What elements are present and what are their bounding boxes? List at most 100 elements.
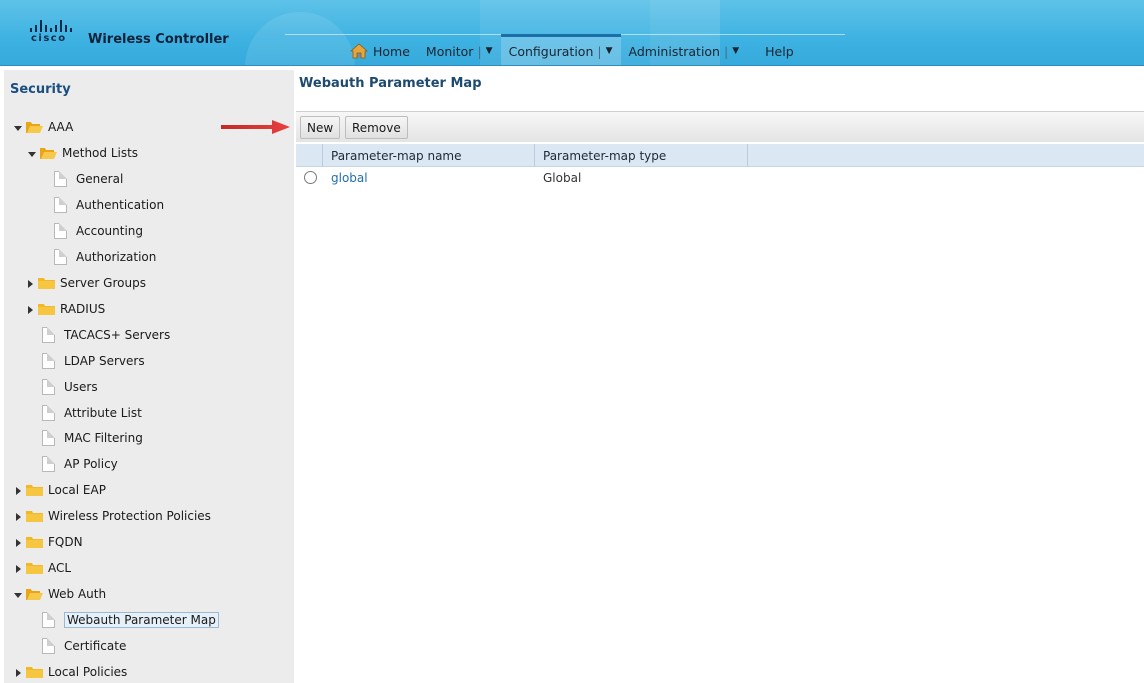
folder-open-icon [26,120,43,134]
document-icon [54,223,67,239]
folder-icon [26,483,43,497]
tree-item-server-groups[interactable]: Server Groups [26,273,146,293]
tree-label: General [76,172,124,186]
header-decoration [245,12,355,65]
tree-item-web-auth[interactable]: Web Auth [14,584,106,604]
nav-separator: | [723,43,729,59]
table-header: Parameter-map name Parameter-map type [296,144,1144,167]
new-button[interactable]: New [300,116,341,139]
expand-icon[interactable] [14,486,23,495]
nav-configuration[interactable]: Configuration | ▼ [500,34,621,65]
folder-open-icon [26,587,43,601]
tree-item-method-lists[interactable]: Method Lists [28,143,138,163]
tree-item-aaa[interactable]: AAA [14,117,73,137]
expand-icon[interactable] [14,512,23,521]
tree-item-general[interactable]: General [54,169,123,189]
tree-item-users[interactable]: Users [42,377,98,397]
document-icon [42,612,55,628]
nav-administration-label: Administration [628,43,720,59]
row-select-radio[interactable] [304,171,317,184]
tree-label: Webauth Parameter Map [64,612,219,628]
cisco-wordmark: cisco [31,33,67,44]
chevron-down-icon[interactable]: ▼ [486,46,493,56]
collapse-icon[interactable] [28,149,37,158]
nav-administration[interactable]: Administration | ▼ [621,36,748,65]
tree-item-mac-filtering[interactable]: MAC Filtering [42,428,143,448]
page-title: Webauth Parameter Map [299,76,482,91]
collapse-icon[interactable] [14,590,23,599]
chevron-down-icon[interactable]: ▼ [732,46,739,56]
chevron-down-icon[interactable]: ▼ [606,46,613,56]
folder-icon [38,276,55,290]
sidebar: Security AAA Method Lists General Authen… [4,70,294,683]
tree-item-wireless-protection-policies[interactable]: Wireless Protection Policies [14,506,211,526]
nav-home-label: Home [373,43,410,59]
tree-item-authentication[interactable]: Authentication [54,195,164,215]
expand-icon[interactable] [14,538,23,547]
tree-item-authorization[interactable]: Authorization [54,247,156,267]
folder-icon [26,535,43,549]
tree-item-certificate[interactable]: Certificate [42,636,126,656]
expand-icon[interactable] [14,564,23,573]
nav-home[interactable]: Home [342,36,418,65]
document-icon [42,327,55,343]
tree-label: MAC Filtering [64,431,143,445]
parameter-map-type: Global [543,171,582,185]
folder-icon [26,665,43,679]
document-icon [42,638,55,654]
tree-item-local-policies[interactable]: Local Policies [14,662,127,682]
document-icon [42,456,55,472]
tree-label: Local EAP [48,483,106,497]
red-arrow-icon [220,118,292,136]
document-icon [54,249,67,265]
nav-help[interactable]: Help [757,36,802,65]
tree-item-accounting[interactable]: Accounting [54,221,143,241]
tree-label: Accounting [76,224,144,238]
tree-label: AP Policy [64,457,118,471]
tree-item-radius[interactable]: RADIUS [26,299,105,319]
remove-button[interactable]: Remove [345,116,408,139]
tree-label: Web Auth [48,587,107,601]
collapse-icon[interactable] [14,123,23,132]
tree-label: Certificate [64,639,127,653]
cisco-logo: cisco [28,20,74,46]
nav-monitor-label: Monitor [425,43,474,59]
expand-icon[interactable] [14,668,23,677]
document-icon [42,430,55,446]
tree-label: Wireless Protection Policies [48,509,211,523]
cisco-bars-icon [30,20,74,32]
tree-item-local-eap[interactable]: Local EAP [14,480,106,500]
toolbar: New Remove [296,111,1144,142]
tree-item-ap-policy[interactable]: AP Policy [42,454,118,474]
folder-open-icon [40,146,57,160]
tree-label: RADIUS [60,302,106,316]
document-icon [42,405,55,421]
tree-item-webauth-parameter-map[interactable]: Webauth Parameter Map [42,610,219,630]
tree-label: LDAP Servers [64,354,145,368]
nav-monitor[interactable]: Monitor | ▼ [418,36,501,65]
tree-label: FQDN [48,535,83,549]
nav-separator: | [477,43,482,59]
column-header-type[interactable]: Parameter-map type [535,144,748,167]
top-header: cisco Wireless Controller Home Monitor |… [0,0,1144,66]
expand-icon[interactable] [26,279,35,288]
tree-item-tacacs-servers[interactable]: TACACS+ Servers [42,325,170,345]
nav-configuration-label: Configuration [508,43,594,59]
tree-item-ldap-servers[interactable]: LDAP Servers [42,351,145,371]
expand-icon[interactable] [26,305,35,314]
sidebar-title: Security [10,82,71,97]
folder-icon [26,509,43,523]
tree-label: ACL [48,561,72,575]
column-header-name[interactable]: Parameter-map name [323,144,535,167]
main-nav: Home Monitor | ▼ Configuration | ▼ Admin… [342,34,802,65]
tree-item-attribute-list[interactable]: Attribute List [42,403,142,423]
table-row[interactable]: global Global [296,168,1144,190]
select-column-header [296,144,323,167]
tree-label: Local Policies [48,665,128,679]
parameter-map-name-link[interactable]: global [331,171,368,185]
tree-item-fqdn[interactable]: FQDN [14,532,83,552]
home-icon [349,43,369,59]
tree-label: TACACS+ Servers [64,328,171,342]
nav-help-label: Help [765,43,794,59]
tree-item-acl[interactable]: ACL [14,558,71,578]
